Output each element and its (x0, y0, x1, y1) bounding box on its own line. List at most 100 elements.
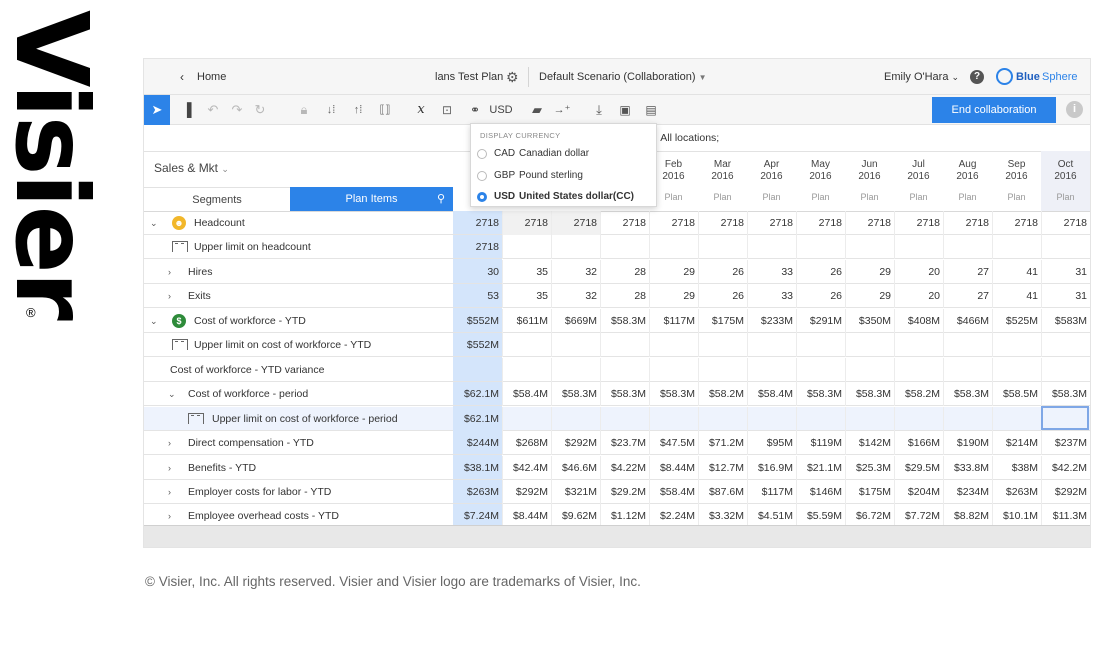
table-cell[interactable] (502, 357, 551, 382)
table-cell[interactable]: $237M (1041, 431, 1090, 456)
table-cell[interactable] (894, 406, 943, 431)
table-cell[interactable]: $58.3M (649, 382, 698, 407)
table-cell[interactable]: $142M (845, 431, 894, 456)
table-cell[interactable]: $16.9M (747, 455, 796, 480)
table-cell[interactable]: $58.4M (649, 479, 698, 504)
column-header-month[interactable]: May 2016 (796, 159, 845, 183)
table-cell[interactable] (845, 406, 894, 431)
table-row[interactable]: Upper limit on headcount 2718 (144, 235, 1090, 260)
radio-icon[interactable] (477, 149, 487, 159)
location-filter[interactable]: : All locations; (655, 125, 719, 151)
table-cell[interactable]: 2718 (649, 211, 698, 235)
table-cell[interactable]: $350M (845, 308, 894, 333)
table-cell[interactable]: $291M (796, 308, 845, 333)
table-cell[interactable]: $62.1M (453, 382, 502, 406)
table-cell[interactable]: 2718 (600, 211, 649, 235)
table-cell[interactable]: $117M (747, 479, 796, 504)
table-row[interactable]: › Hires 30 35 32 28 29 26 33 26 29 20 27 41 31 (144, 259, 1090, 284)
table-cell[interactable] (796, 235, 845, 260)
table-cell[interactable]: $4.22M (600, 455, 649, 480)
table-cell[interactable]: $583M (1041, 308, 1090, 333)
table-cell[interactable]: 28 (600, 259, 649, 284)
column-header-month[interactable]: Mar 2016 (698, 159, 747, 183)
radio-icon[interactable] (477, 170, 487, 181)
table-row[interactable]: Cost of workforce - YTD variance (144, 357, 1090, 382)
table-cell[interactable]: 2718 (943, 211, 992, 235)
column-header-month[interactable]: Sep 2016 (992, 159, 1041, 183)
table-cell[interactable]: 2718 (894, 211, 943, 235)
table-row[interactable]: Upper limit on cost of workforce - YTD $5… (144, 333, 1090, 358)
table-cell[interactable]: $58.3M (845, 382, 894, 407)
table-cell[interactable]: $58.2M (698, 382, 747, 407)
table-cell[interactable]: $95M (747, 431, 796, 456)
sort-ascending-icon[interactable]: ↑⁞ (347, 95, 369, 125)
home-link[interactable]: Home (197, 59, 226, 95)
table-cell[interactable]: $552M (453, 309, 502, 333)
table-cell[interactable]: 26 (796, 284, 845, 309)
table-cell[interactable]: $58.4M (747, 382, 796, 407)
user-menu[interactable]: Emily O'Hara ⌄ (884, 59, 959, 95)
table-cell[interactable]: $29.2M (600, 479, 649, 504)
table-cell[interactable]: $58.3M (551, 382, 600, 407)
search-icon[interactable]: ⚲ (437, 187, 445, 211)
table-cell[interactable] (992, 333, 1041, 358)
table-cell[interactable]: $292M (551, 431, 600, 456)
table-cell[interactable] (649, 333, 698, 358)
table-cell[interactable] (747, 235, 796, 260)
table-cell[interactable] (943, 406, 992, 431)
expand-columns-icon[interactable]: ⟦⟧ (374, 95, 396, 125)
table-cell[interactable]: 26 (698, 284, 747, 309)
currency-option-cad[interactable]: CAD Canadian dollar (477, 144, 652, 164)
table-cell[interactable]: 29 (649, 284, 698, 309)
table-cell[interactable]: $119M (796, 431, 845, 456)
table-cell[interactable]: $58.3M (1041, 382, 1090, 407)
table-cell[interactable]: $58.3M (600, 308, 649, 333)
table-cell[interactable]: $214M (992, 431, 1041, 456)
currency-icon[interactable]: ⚭ (464, 95, 486, 125)
table-row[interactable]: Upper limit on cost of workforce - perio… (144, 406, 1090, 431)
table-cell[interactable] (551, 333, 600, 358)
table-cell[interactable] (943, 333, 992, 358)
expand-caret-icon[interactable]: › (168, 480, 171, 504)
table-cell[interactable] (600, 235, 649, 260)
table-cell[interactable] (698, 333, 747, 358)
table-cell[interactable]: $62.1M (453, 407, 502, 431)
table-cell[interactable]: $58.3M (796, 382, 845, 407)
table-cell[interactable] (845, 333, 894, 358)
table-cell[interactable]: $525M (992, 308, 1041, 333)
table-cell[interactable]: $29.5M (894, 455, 943, 480)
table-cell[interactable] (698, 357, 747, 382)
table-cell[interactable] (502, 406, 551, 431)
table-cell[interactable]: $117M (649, 308, 698, 333)
table-cell[interactable]: 2718 (453, 211, 502, 235)
table-cell[interactable]: $263M (453, 480, 502, 504)
table-cell[interactable] (747, 333, 796, 358)
table-cell[interactable] (502, 333, 551, 358)
column-header-month[interactable]: Aug 2016 (943, 159, 992, 183)
table-cell[interactable] (943, 357, 992, 382)
table-cell[interactable] (649, 406, 698, 431)
table-cell[interactable] (992, 357, 1041, 382)
table-row[interactable]: ⌄ $ Cost of workforce - YTD $552M $611M $669M… (144, 308, 1090, 333)
table-cell[interactable]: $33.8M (943, 455, 992, 480)
collapse-caret-icon[interactable]: ⌄ (150, 211, 158, 235)
table-cell[interactable]: 20 (894, 284, 943, 309)
table-cell[interactable]: $175M (845, 479, 894, 504)
lock-icon[interactable]: 🔒︎ (295, 95, 313, 125)
collapse-caret-icon[interactable]: ⌄ (150, 309, 158, 333)
download-icon[interactable]: ⤓ (590, 95, 608, 125)
table-cell[interactable]: $408M (894, 308, 943, 333)
column-header-month[interactable]: Jul 2016 (894, 159, 943, 183)
end-collaboration-button[interactable]: End collaboration (932, 97, 1056, 123)
share-icon[interactable]: →⁺ (552, 95, 572, 125)
table-cell[interactable]: $8.44M (649, 455, 698, 480)
expand-caret-icon[interactable]: › (168, 260, 171, 284)
horizontal-scrollbar[interactable] (144, 525, 1090, 547)
table-cell[interactable]: $71.2M (698, 431, 747, 456)
collapse-caret-icon[interactable]: ⌄ (168, 382, 176, 406)
table-cell[interactable]: 41 (992, 284, 1041, 309)
table-cell[interactable]: $58.2M (894, 382, 943, 407)
table-cell[interactable]: $58.3M (600, 382, 649, 407)
table-cell[interactable]: 26 (698, 259, 747, 284)
sort-descending-icon[interactable]: ↓⁞ (320, 95, 342, 125)
